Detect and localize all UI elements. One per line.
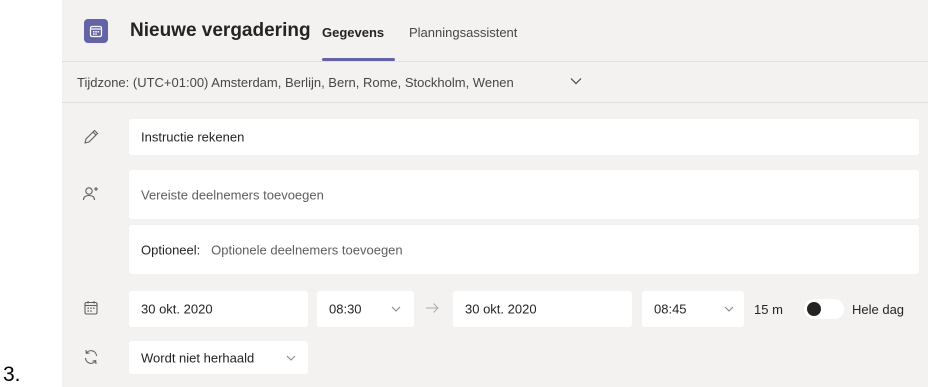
all-day-toggle[interactable] — [804, 299, 844, 319]
duration-label: 15 m — [754, 302, 783, 317]
calendar-app-icon — [84, 19, 108, 43]
end-time-value: 08:45 — [654, 301, 687, 317]
optional-attendees-field: Optioneel: Optionele deelnemers toevoege… — [141, 242, 403, 257]
tab-gegevens[interactable]: Gegevens — [322, 25, 384, 40]
add-person-icon — [82, 187, 98, 201]
meeting-title-input[interactable]: Instructie rekenen — [129, 119, 919, 155]
end-date-input[interactable]: 30 okt. 2020 — [453, 291, 632, 327]
optional-attendees-placeholder: Optionele deelnemers toevoegen — [211, 242, 403, 257]
chevron-down-icon — [570, 78, 582, 85]
active-tab-indicator — [322, 58, 395, 61]
all-day-label: Hele dag — [852, 302, 905, 317]
calendar-icon — [84, 301, 98, 315]
timezone-label: Tijdzone: (UTC+01:00) Amsterdam, Berlijn… — [77, 75, 514, 90]
pencil-icon — [84, 129, 99, 144]
new-meeting-panel: Nieuwe vergadering Gegevens Planningsass… — [62, 0, 928, 387]
page-title: Nieuwe vergadering — [130, 20, 311, 41]
tab-planningsassistent[interactable]: Planningsassistent — [409, 25, 517, 40]
recurrence-select[interactable]: Wordt niet herhaald — [129, 341, 308, 374]
chevron-down-icon — [724, 306, 734, 312]
arrow-right-icon — [426, 303, 439, 313]
timezone-selector[interactable]: Tijdzone: (UTC+01:00) Amsterdam, Berlijn… — [62, 63, 928, 103]
chevron-down-icon — [391, 306, 401, 312]
required-attendees-input[interactable]: Vereiste deelnemers toevoegen — [129, 170, 919, 219]
start-date-value: 30 okt. 2020 — [141, 301, 213, 317]
end-date-value: 30 okt. 2020 — [465, 301, 537, 317]
chevron-down-icon — [286, 355, 296, 361]
toggle-knob — [807, 302, 821, 316]
required-attendees-placeholder: Vereiste deelnemers toevoegen — [141, 187, 324, 202]
start-time-value: 08:30 — [329, 301, 362, 317]
end-time-select[interactable]: 08:45 — [642, 291, 744, 327]
meeting-header: Nieuwe vergadering Gegevens Planningsass… — [62, 0, 928, 62]
meeting-title-value: Instructie rekenen — [141, 129, 245, 145]
list-number: 3. — [3, 363, 21, 386]
recurrence-value: Wordt niet herhaald — [141, 350, 255, 365]
start-date-input[interactable]: 30 okt. 2020 — [129, 291, 308, 327]
optional-attendees-input[interactable]: Optioneel: Optionele deelnemers toevoege… — [129, 225, 919, 274]
start-time-select[interactable]: 08:30 — [317, 291, 414, 327]
repeat-icon — [84, 349, 98, 365]
optional-label: Optioneel: — [141, 242, 201, 257]
